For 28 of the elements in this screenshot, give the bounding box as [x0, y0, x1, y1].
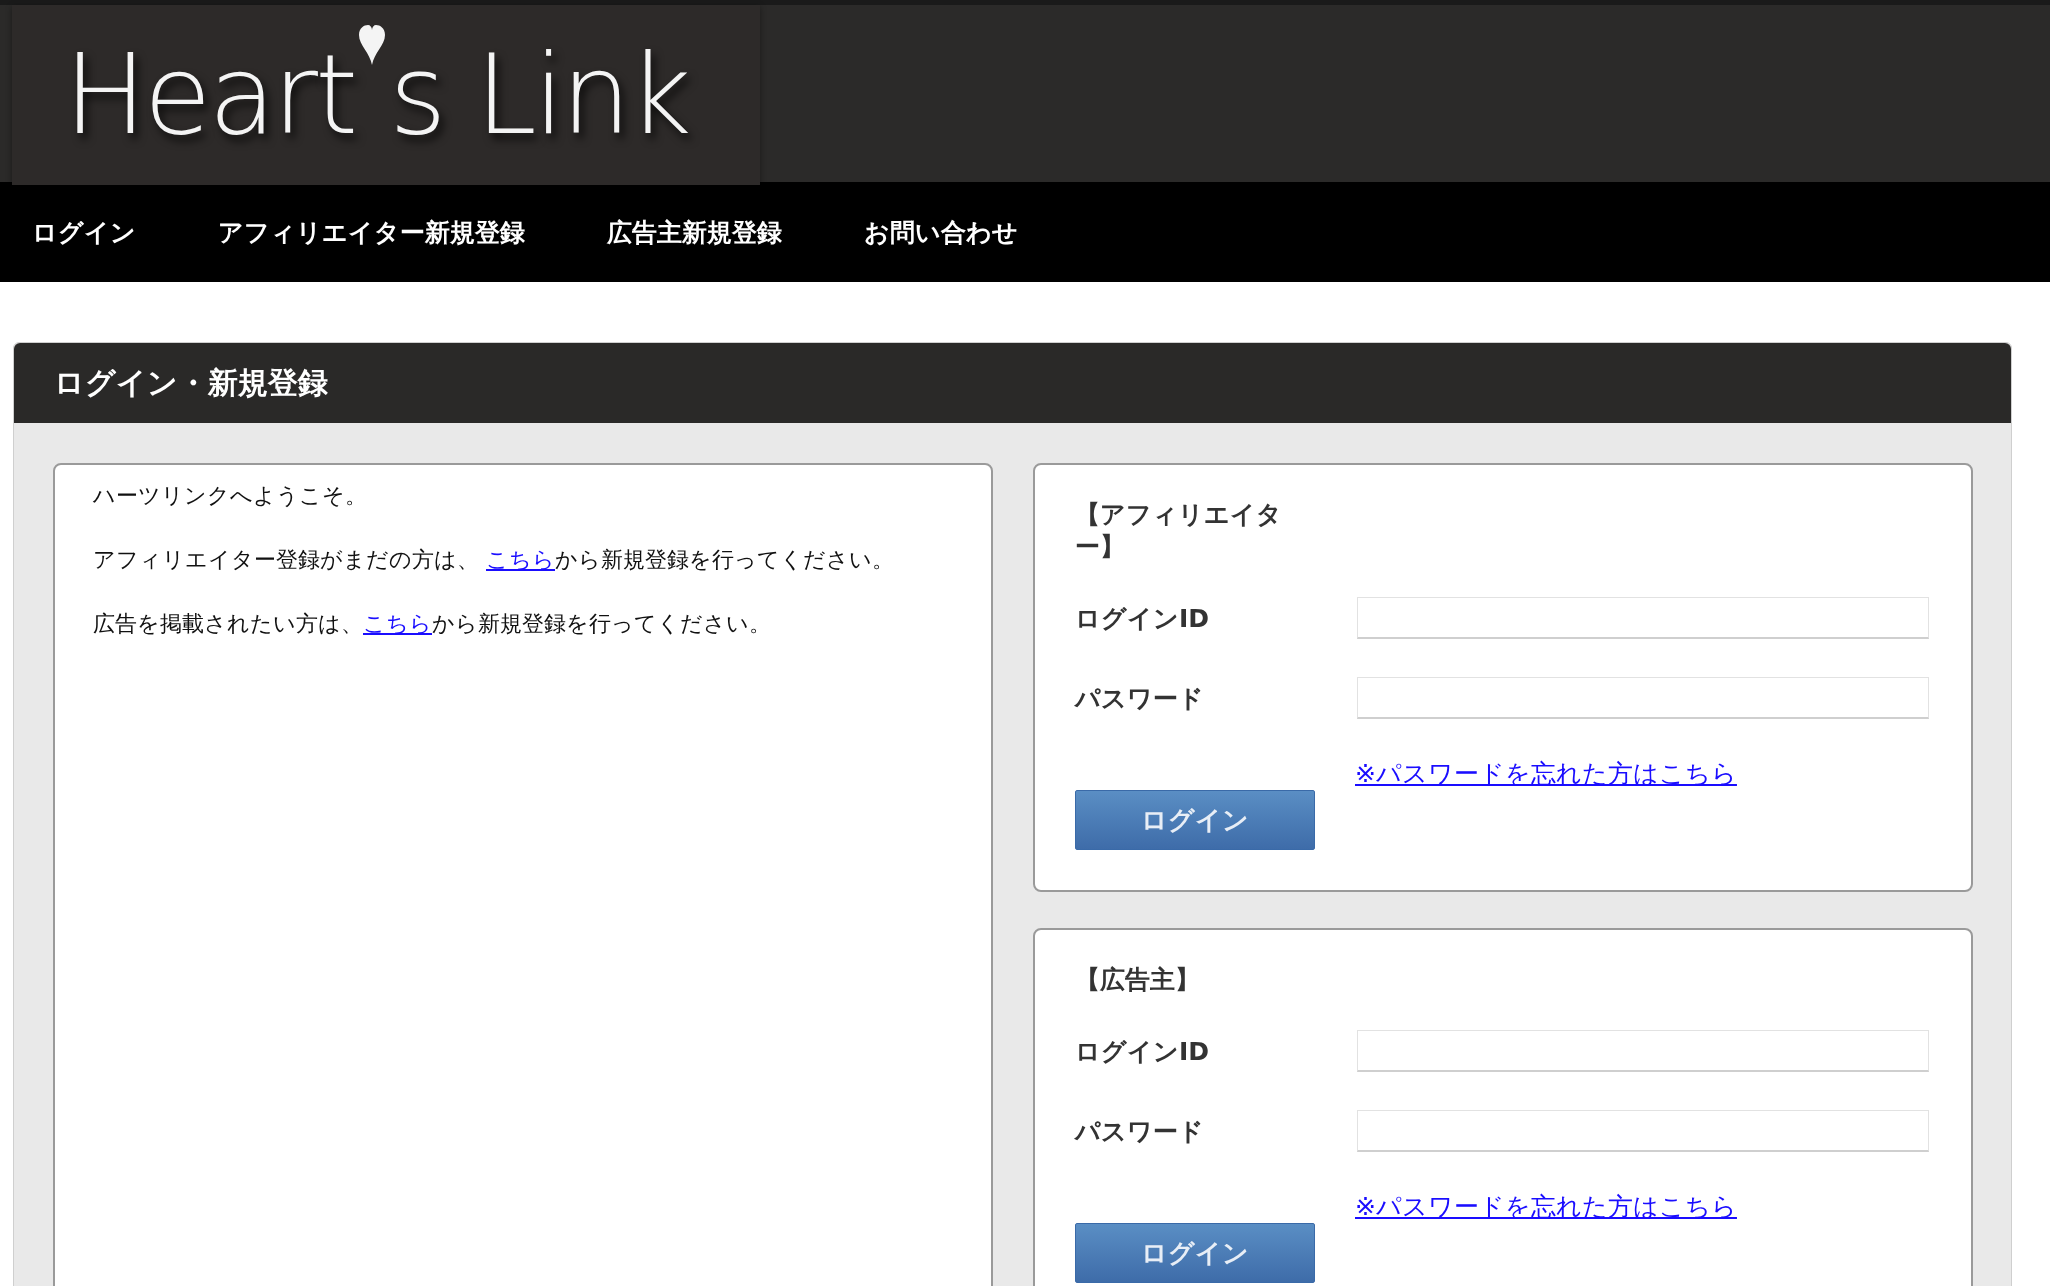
heart-icon [357, 23, 388, 67]
here-link[interactable]: こちら [486, 547, 555, 572]
intro-text: ハーツリンクへようこそ。 [93, 482, 368, 510]
logo-text: s Link [389, 31, 689, 159]
form-heading: 【広告主】 [1075, 964, 1201, 996]
nav-link[interactable]: 広告主新規登録 [607, 215, 782, 249]
logo-text: Heart [64, 31, 356, 159]
intro-text: 広告を掲載されたい方は、こちらから新規登録を行ってください。 [93, 610, 772, 638]
intro-text: アフィリエイター登録がまだの方は、 こちらから新規登録を行ってください。 [93, 546, 895, 574]
form-heading: 【アフィリエイター】 [1075, 499, 1283, 563]
nav-link[interactable]: アフィリエイター新規登録 [218, 215, 525, 249]
login-button[interactable]: ログイン [1075, 1223, 1315, 1283]
nav-link[interactable]: ログイン [32, 215, 136, 249]
field-label: ログインID [1075, 1035, 1211, 1068]
nav-link[interactable]: お問い合わせ [864, 215, 1018, 249]
input-field[interactable] [1357, 1030, 1929, 1072]
input-field[interactable] [1357, 1110, 1929, 1152]
field-label: ログインID [1075, 602, 1211, 635]
field-label: パスワード [1075, 1115, 1205, 1148]
site-logo[interactable]: Heart s Link [12, 5, 760, 185]
here-link[interactable]: こちら [363, 611, 432, 636]
input-field[interactable] [1357, 597, 1929, 639]
input-field[interactable] [1357, 677, 1929, 719]
field-label: パスワード [1075, 682, 1205, 715]
forgot-password-link[interactable]: ※パスワードを忘れた方はこちら [1355, 757, 1737, 790]
forgot-password-link[interactable]: ※パスワードを忘れた方はこちら [1355, 1190, 1737, 1223]
login-button[interactable]: ログイン [1075, 790, 1315, 850]
panel-title: ログイン・新規登録 [54, 363, 328, 402]
